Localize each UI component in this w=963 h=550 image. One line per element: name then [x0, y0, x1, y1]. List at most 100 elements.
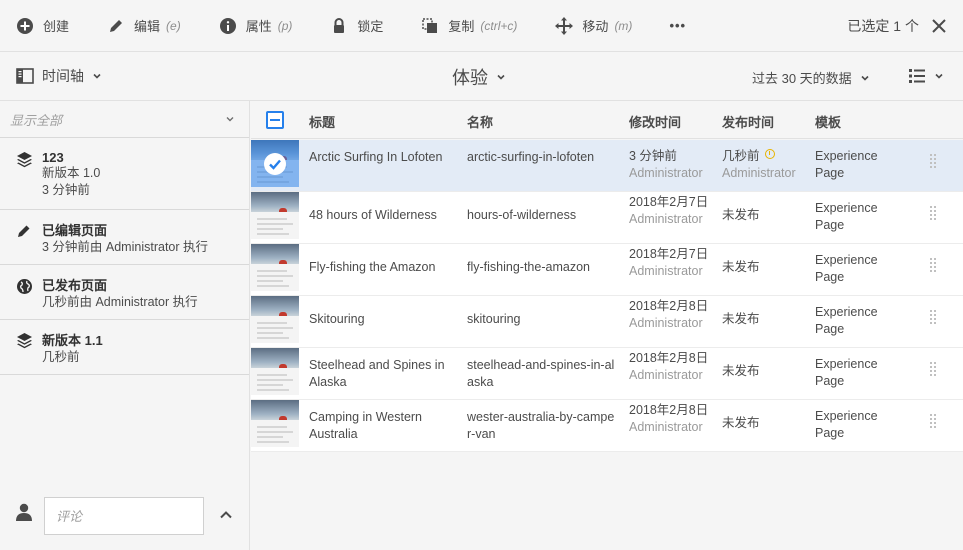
timeline-rail: 显示全部 123 新版本 1.0 3 分钟前 已编辑页面 3 分钟前由 Admi… [0, 101, 250, 550]
drag-handle-icon[interactable] [930, 154, 936, 170]
page-thumbnail[interactable] [251, 244, 299, 291]
warning-icon [764, 149, 775, 159]
row-template: Experience Page [815, 357, 878, 388]
drag-handle-icon[interactable] [930, 258, 936, 274]
move-shortcut: (m) [614, 18, 633, 33]
timeline-item-edited[interactable]: 已编辑页面 3 分钟前由 Administrator 执行 [0, 210, 249, 265]
row-published-status: 未发布 [722, 312, 760, 326]
timeline-item-version[interactable]: 123 新版本 1.0 3 分钟前 [0, 138, 249, 210]
date-filter-dropdown[interactable]: 过去 30 天的数据 [752, 68, 870, 87]
row-modified: 2018年2月7日 Administrator [629, 194, 709, 228]
row-title[interactable]: Skitouring [309, 311, 459, 328]
lock-button[interactable]: 锁定 [314, 0, 383, 52]
page-thumbnail[interactable] [251, 400, 299, 447]
row-title[interactable]: Fly-fishing the Amazon [309, 259, 459, 276]
pencil-icon [106, 16, 126, 36]
chevron-down-icon [497, 74, 505, 80]
close-selection-button[interactable] [929, 16, 949, 36]
table-row[interactable]: Arctic Surfing In Lofoten arctic-surfing-… [251, 140, 963, 192]
page-thumbnail[interactable] [251, 348, 299, 395]
layers-icon [15, 331, 33, 349]
timeline-item-title: 已发布页面 [42, 278, 108, 293]
row-title[interactable]: Arctic Surfing In Lofoten [309, 149, 459, 166]
comment-bar [0, 495, 250, 550]
row-title[interactable]: Camping in Western Australia [309, 409, 459, 443]
table-row[interactable]: Skitouring skitouring 2018年2月8日 Administrat… [251, 296, 963, 348]
copy-icon [420, 16, 440, 36]
row-title[interactable]: Steelhead and Spines in Alaska [309, 357, 459, 391]
row-published: 未发布 [722, 311, 807, 328]
row-published: 几秒前 Administrator [722, 148, 807, 182]
drag-handle-icon[interactable] [930, 414, 936, 430]
timeline-filter-dropdown[interactable]: 显示全部 [0, 101, 249, 138]
row-name: skitouring [467, 312, 521, 326]
properties-shortcut: (p) [277, 18, 293, 33]
edit-button[interactable]: 编辑 (e) [91, 0, 181, 52]
lock-label: 锁定 [357, 19, 384, 34]
column-header-published[interactable]: 发布时间 [722, 112, 774, 131]
row-modified-by: Administrator [629, 264, 703, 278]
drag-handle-icon[interactable] [930, 206, 936, 222]
selected-check-overlay[interactable] [251, 140, 299, 187]
view-switcher[interactable] [908, 67, 944, 85]
row-modified-by: Administrator [629, 420, 703, 434]
timeline-item-version[interactable]: 新版本 1.1 几秒前 [0, 320, 249, 375]
row-modified: 2018年2月7日 Administrator [629, 246, 709, 280]
close-icon [932, 19, 946, 33]
row-published: 未发布 [722, 363, 807, 380]
edit-label: 编辑 [134, 19, 161, 34]
row-published: 未发布 [722, 207, 807, 224]
row-published-status: 未发布 [722, 364, 760, 378]
more-actions-button[interactable]: ••• [654, 0, 686, 52]
row-modified-by: Administrator [629, 212, 703, 226]
pencil-icon [15, 222, 33, 240]
page-thumbnail[interactable] [251, 140, 299, 187]
date-filter-label: 过去 30 天的数据 [752, 71, 852, 86]
move-button[interactable]: 移动 (m) [539, 0, 632, 52]
action-bar: 创建 编辑 (e) 属性 (p) 锁定 复制 (ctrl+c) 移动 (m) •… [0, 0, 963, 52]
row-modified: 2018年2月8日 Administrator [629, 298, 709, 332]
create-button[interactable]: 创建 [0, 0, 69, 52]
column-header-title[interactable]: 标题 [309, 112, 335, 131]
row-template: Experience Page [815, 305, 878, 336]
list-view: 标题 名称 修改时间 发布时间 模板 Arctic Surfing In Lof… [251, 101, 963, 550]
drag-handle-icon[interactable] [930, 362, 936, 378]
rail-toggle[interactable]: 时间轴 [15, 66, 102, 86]
page-title[interactable]: 体验 [452, 64, 506, 90]
row-modified-by: Administrator [629, 368, 703, 382]
select-all-checkbox[interactable] [266, 111, 284, 129]
table-row[interactable]: Camping in Western Australia wester-austr… [251, 400, 963, 452]
timeline-item-detail: 几秒前由 Administrator 执行 [42, 295, 198, 309]
table-row[interactable]: Fly-fishing the Amazon fly-fishing-the-am… [251, 244, 963, 296]
column-header-template[interactable]: 模板 [815, 112, 841, 131]
row-modified-date: 2018年2月8日 [629, 299, 709, 313]
row-title[interactable]: 48 hours of Wilderness [309, 207, 459, 224]
globe-icon [15, 277, 33, 295]
table-row[interactable]: 48 hours of Wilderness hours-of-wildernes… [251, 192, 963, 244]
row-modified-date: 2018年2月7日 [629, 247, 709, 261]
copy-button[interactable]: 复制 (ctrl+c) [405, 0, 517, 52]
row-template: Experience Page [815, 149, 878, 180]
chevron-up-icon[interactable] [218, 507, 234, 523]
page-thumbnail[interactable] [251, 296, 299, 343]
edit-shortcut: (e) [166, 18, 181, 33]
chevron-down-icon [93, 73, 101, 79]
drag-handle-icon[interactable] [930, 310, 936, 326]
row-modified-date: 2018年2月7日 [629, 195, 709, 209]
timeline-item-published[interactable]: 已发布页面 几秒前由 Administrator 执行 [0, 265, 249, 320]
chevron-down-icon [226, 117, 234, 122]
column-header-modified[interactable]: 修改时间 [629, 112, 681, 131]
timeline-item-detail: 几秒前 [42, 350, 80, 364]
comment-input[interactable] [44, 497, 204, 535]
row-modified-date: 3 分钟前 [629, 149, 677, 163]
row-published-status: 未发布 [722, 416, 760, 430]
properties-button[interactable]: 属性 (p) [203, 0, 293, 52]
timeline-item-title: 新版本 1.1 [42, 333, 103, 348]
table-row[interactable]: Steelhead and Spines in Alaska steelhead-… [251, 348, 963, 400]
page-thumbnail[interactable] [251, 192, 299, 239]
copy-label: 复制 [448, 19, 475, 34]
timeline-item-detail: 3 分钟前由 Administrator 执行 [42, 240, 209, 254]
row-name: hours-of-wilderness [467, 208, 577, 222]
column-header-name[interactable]: 名称 [467, 112, 493, 131]
chevron-down-icon [861, 75, 869, 81]
